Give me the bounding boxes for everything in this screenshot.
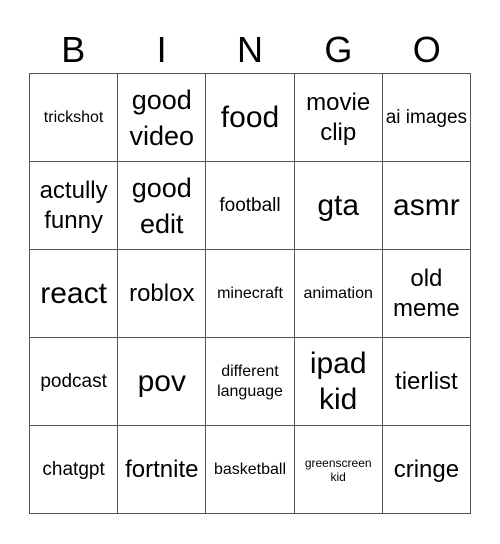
bingo-cell[interactable]: react — [30, 250, 119, 338]
bingo-cell-label: good edit — [131, 172, 192, 239]
bingo-cell-label: football — [219, 195, 281, 216]
bingo-cell-label: pov — [137, 364, 186, 398]
bingo-cell-label: minecraft — [217, 284, 283, 302]
bingo-cell-label: animation — [303, 284, 373, 302]
bingo-cell-label: movie clip — [306, 88, 371, 146]
bingo-cell-label: roblox — [129, 279, 195, 307]
bingo-cell-label: tierlist — [395, 367, 458, 395]
bingo-cell[interactable]: animation — [294, 250, 383, 338]
bingo-cell[interactable]: movie clip — [294, 74, 383, 162]
bingo-cell[interactable]: greenscreen kid — [294, 426, 383, 514]
bingo-cell[interactable]: tierlist — [382, 338, 471, 426]
bingo-cell-label: good video — [129, 84, 195, 151]
bingo-cell-label: ai images — [385, 107, 468, 128]
bingo-cell[interactable]: trickshot — [30, 74, 119, 162]
bingo-cell[interactable]: gta — [294, 162, 383, 250]
bingo-cell-label: actully funny — [39, 176, 108, 234]
bingo-cell-label: greenscreen kid — [304, 455, 372, 484]
bingo-cell-label: old meme — [393, 264, 460, 322]
bingo-cell[interactable]: old meme — [382, 250, 471, 338]
header-letter-g: G — [324, 29, 353, 70]
bingo-cell[interactable]: roblox — [118, 250, 207, 338]
bingo-cell-label: asmr — [393, 188, 460, 222]
bingo-cell[interactable]: minecraft — [206, 250, 295, 338]
bingo-cell[interactable]: podcast — [30, 338, 119, 426]
bingo-cell-label: gta — [317, 188, 360, 222]
bingo-cell[interactable]: cringe — [382, 426, 471, 514]
bingo-cell[interactable]: good edit — [118, 162, 207, 250]
header-letter-i: I — [156, 29, 167, 70]
bingo-grid: trickshot good video food movie clip ai imag… — [29, 73, 471, 514]
bingo-cell-label: react — [40, 276, 107, 310]
bingo-cell-label: different language — [217, 362, 283, 400]
header-letter-o: O — [412, 29, 441, 70]
bingo-cell-label: ipad kid — [309, 346, 367, 416]
bingo-cell-label: trickshot — [43, 108, 104, 126]
bingo-cell[interactable]: chatgpt — [30, 426, 119, 514]
header-letter-n: N — [236, 29, 263, 70]
bingo-cell-label: fortnite — [125, 455, 199, 483]
bingo-cell-label: food — [220, 100, 280, 134]
bingo-cell[interactable]: good video — [118, 74, 207, 162]
bingo-cell[interactable]: pov — [118, 338, 207, 426]
bingo-cell[interactable]: football — [206, 162, 295, 250]
bingo-cell-label: basketball — [213, 460, 287, 478]
bingo-header: B I N G O — [29, 28, 471, 72]
bingo-cell[interactable]: ai images — [382, 74, 471, 162]
bingo-cell-label: podcast — [40, 371, 107, 392]
bingo-cell[interactable]: ipad kid — [294, 338, 383, 426]
bingo-cell[interactable]: asmr — [382, 162, 471, 250]
bingo-cell[interactable]: fortnite — [118, 426, 207, 514]
bingo-cell[interactable]: actully funny — [30, 162, 119, 250]
bingo-cell[interactable]: basketball — [206, 426, 295, 514]
bingo-cell-label: chatgpt — [42, 459, 105, 480]
bingo-cell[interactable]: food — [206, 74, 295, 162]
bingo-cell[interactable]: different language — [206, 338, 295, 426]
bingo-cell-label: cringe — [393, 455, 460, 483]
header-letter-b: B — [61, 29, 86, 70]
